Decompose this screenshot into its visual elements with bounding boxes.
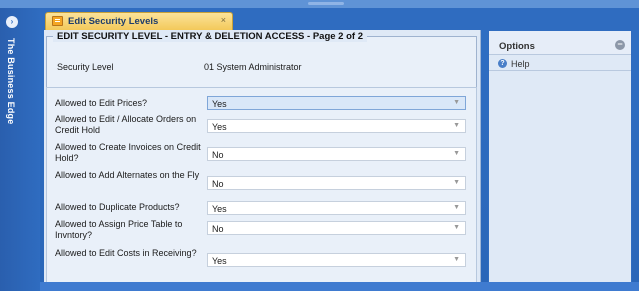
security-level-value: 01 System Administrator	[204, 62, 302, 72]
permission-label: Allowed to Create Invoices on Credit Hol…	[55, 142, 201, 163]
bottom-band	[40, 282, 639, 291]
permission-label: Allowed to Duplicate Products?	[55, 202, 180, 212]
select-value: No	[212, 150, 224, 160]
permission-label: Allowed to Edit Costs in Receiving?	[55, 248, 197, 258]
chevron-down-icon[interactable]: ▼	[453, 99, 460, 106]
duplicate-products-select[interactable]: Yes ▼	[207, 201, 466, 215]
tab-edit-security-levels[interactable]: Edit Security Levels ×	[45, 12, 233, 30]
tab-bar: Edit Security Levels ×	[40, 8, 639, 30]
chevron-down-icon[interactable]: ▼	[453, 256, 460, 263]
permission-label: Allowed to Add Alternates on the Fly	[55, 170, 200, 180]
add-alternates-select[interactable]: No ▼	[207, 176, 466, 190]
help-icon: ?	[498, 59, 507, 68]
permissions-panel: Allowed to Edit Prices? Yes ▼ Allowed to…	[46, 87, 477, 291]
chevron-down-icon[interactable]: ▼	[453, 150, 460, 157]
edit-costs-select[interactable]: Yes ▼	[207, 253, 466, 267]
assign-price-table-select[interactable]: No ▼	[207, 221, 466, 235]
app-window: › The Business Edge Edit Security Levels…	[0, 0, 639, 291]
options-title: Options	[499, 41, 535, 52]
options-sidebar: Options − ? Help	[488, 30, 632, 291]
chevron-down-icon[interactable]: ▼	[453, 122, 460, 129]
help-label: Help	[511, 59, 530, 69]
select-value: Yes	[212, 256, 227, 266]
page-title: EDIT SECURITY LEVEL - ENTRY & DELETION A…	[53, 31, 367, 42]
title-strip	[0, 0, 639, 8]
permission-label: Allowed to Edit / Allocate Orders on Cre…	[55, 114, 197, 135]
security-level-label: Security Level	[57, 62, 114, 72]
help-link[interactable]: ? Help	[489, 57, 631, 71]
select-value: Yes	[212, 99, 227, 109]
create-invoices-select[interactable]: No ▼	[207, 147, 466, 161]
chevron-down-icon[interactable]: ▼	[453, 179, 460, 186]
drag-grip[interactable]	[308, 2, 344, 5]
circle-arrow-icon[interactable]: ›	[6, 16, 18, 28]
select-value: Yes	[212, 204, 227, 214]
permission-label: Allowed to Assign Price Table to Invntor…	[55, 219, 183, 240]
edit-document-icon	[52, 16, 63, 26]
chevron-down-icon[interactable]: ▼	[453, 224, 460, 231]
main-content: EDIT SECURITY LEVEL - ENTRY & DELETION A…	[44, 30, 481, 291]
left-rail: › The Business Edge	[0, 8, 40, 291]
minus-circle-icon[interactable]: −	[615, 40, 625, 50]
chevron-down-icon[interactable]: ▼	[453, 204, 460, 211]
tab-label: Edit Security Levels	[68, 16, 159, 27]
edit-prices-select[interactable]: Yes ▼	[207, 96, 466, 110]
options-header: Options −	[489, 31, 631, 55]
allocate-orders-select[interactable]: Yes ▼	[207, 119, 466, 133]
select-value: Yes	[212, 122, 227, 132]
close-icon[interactable]: ×	[221, 15, 226, 25]
select-value: No	[212, 179, 224, 189]
app-title: The Business Edge	[6, 38, 16, 125]
permission-label: Allowed to Edit Prices?	[55, 98, 148, 108]
select-value: No	[212, 224, 224, 234]
